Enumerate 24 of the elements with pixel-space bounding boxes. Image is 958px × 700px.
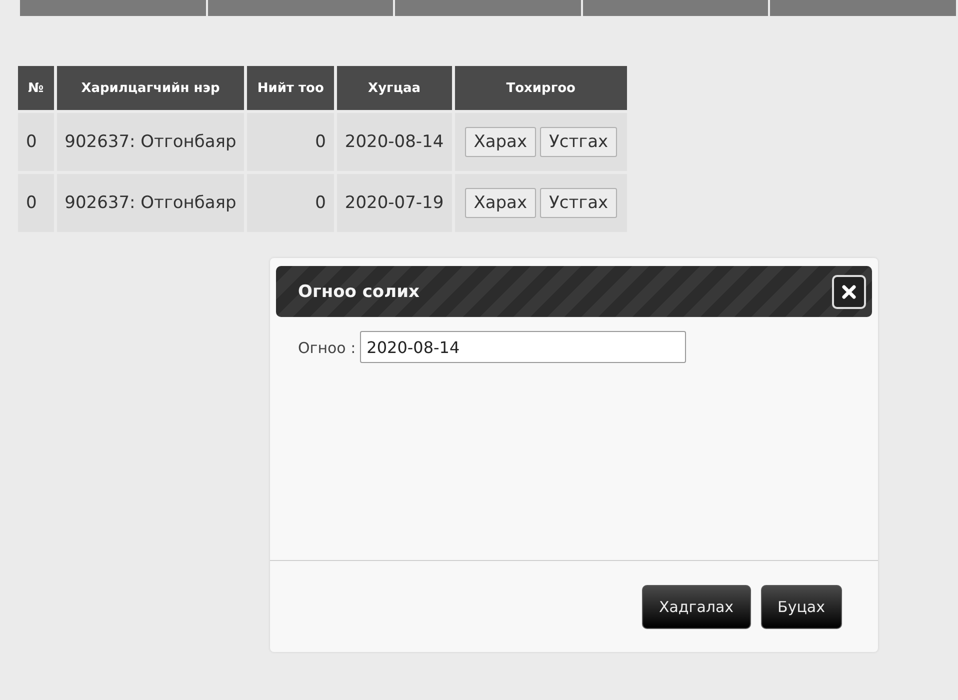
table-cell: 2020-07-19 bbox=[336, 174, 452, 232]
column-header: Тохиргоо bbox=[454, 66, 628, 110]
table-cell: 0 bbox=[18, 174, 54, 232]
back-button[interactable]: Буцах bbox=[760, 584, 842, 628]
table-cell: 902637: Отгонбаяр bbox=[56, 174, 244, 232]
delete-button[interactable]: Устгах bbox=[540, 188, 618, 218]
table-cell: 2020-08-14 bbox=[336, 113, 452, 171]
table-cell: 902637: Отгонбаяр bbox=[56, 113, 244, 171]
delete-button[interactable]: Устгах bbox=[540, 127, 618, 157]
table-cell: 0 bbox=[18, 113, 54, 171]
table-cell: 0 bbox=[247, 113, 334, 171]
date-field[interactable]: 2020-08-14 bbox=[360, 331, 686, 363]
column-header: Нийт тоо bbox=[247, 66, 334, 110]
view-button[interactable]: Харах bbox=[464, 188, 536, 218]
table-cell: 0 bbox=[247, 174, 334, 232]
view-button[interactable]: Харах bbox=[464, 127, 536, 157]
dialog-title: Огноо солих bbox=[298, 282, 420, 302]
close-button[interactable] bbox=[832, 274, 866, 308]
save-button[interactable]: Хадгалах bbox=[642, 584, 751, 628]
close-icon bbox=[842, 284, 856, 298]
column-header: Хугцаа bbox=[336, 66, 452, 110]
column-header: № bbox=[18, 66, 54, 110]
field-label: Огноо : bbox=[298, 338, 356, 359]
column-header: Харилцагчийн нэр bbox=[56, 66, 244, 110]
